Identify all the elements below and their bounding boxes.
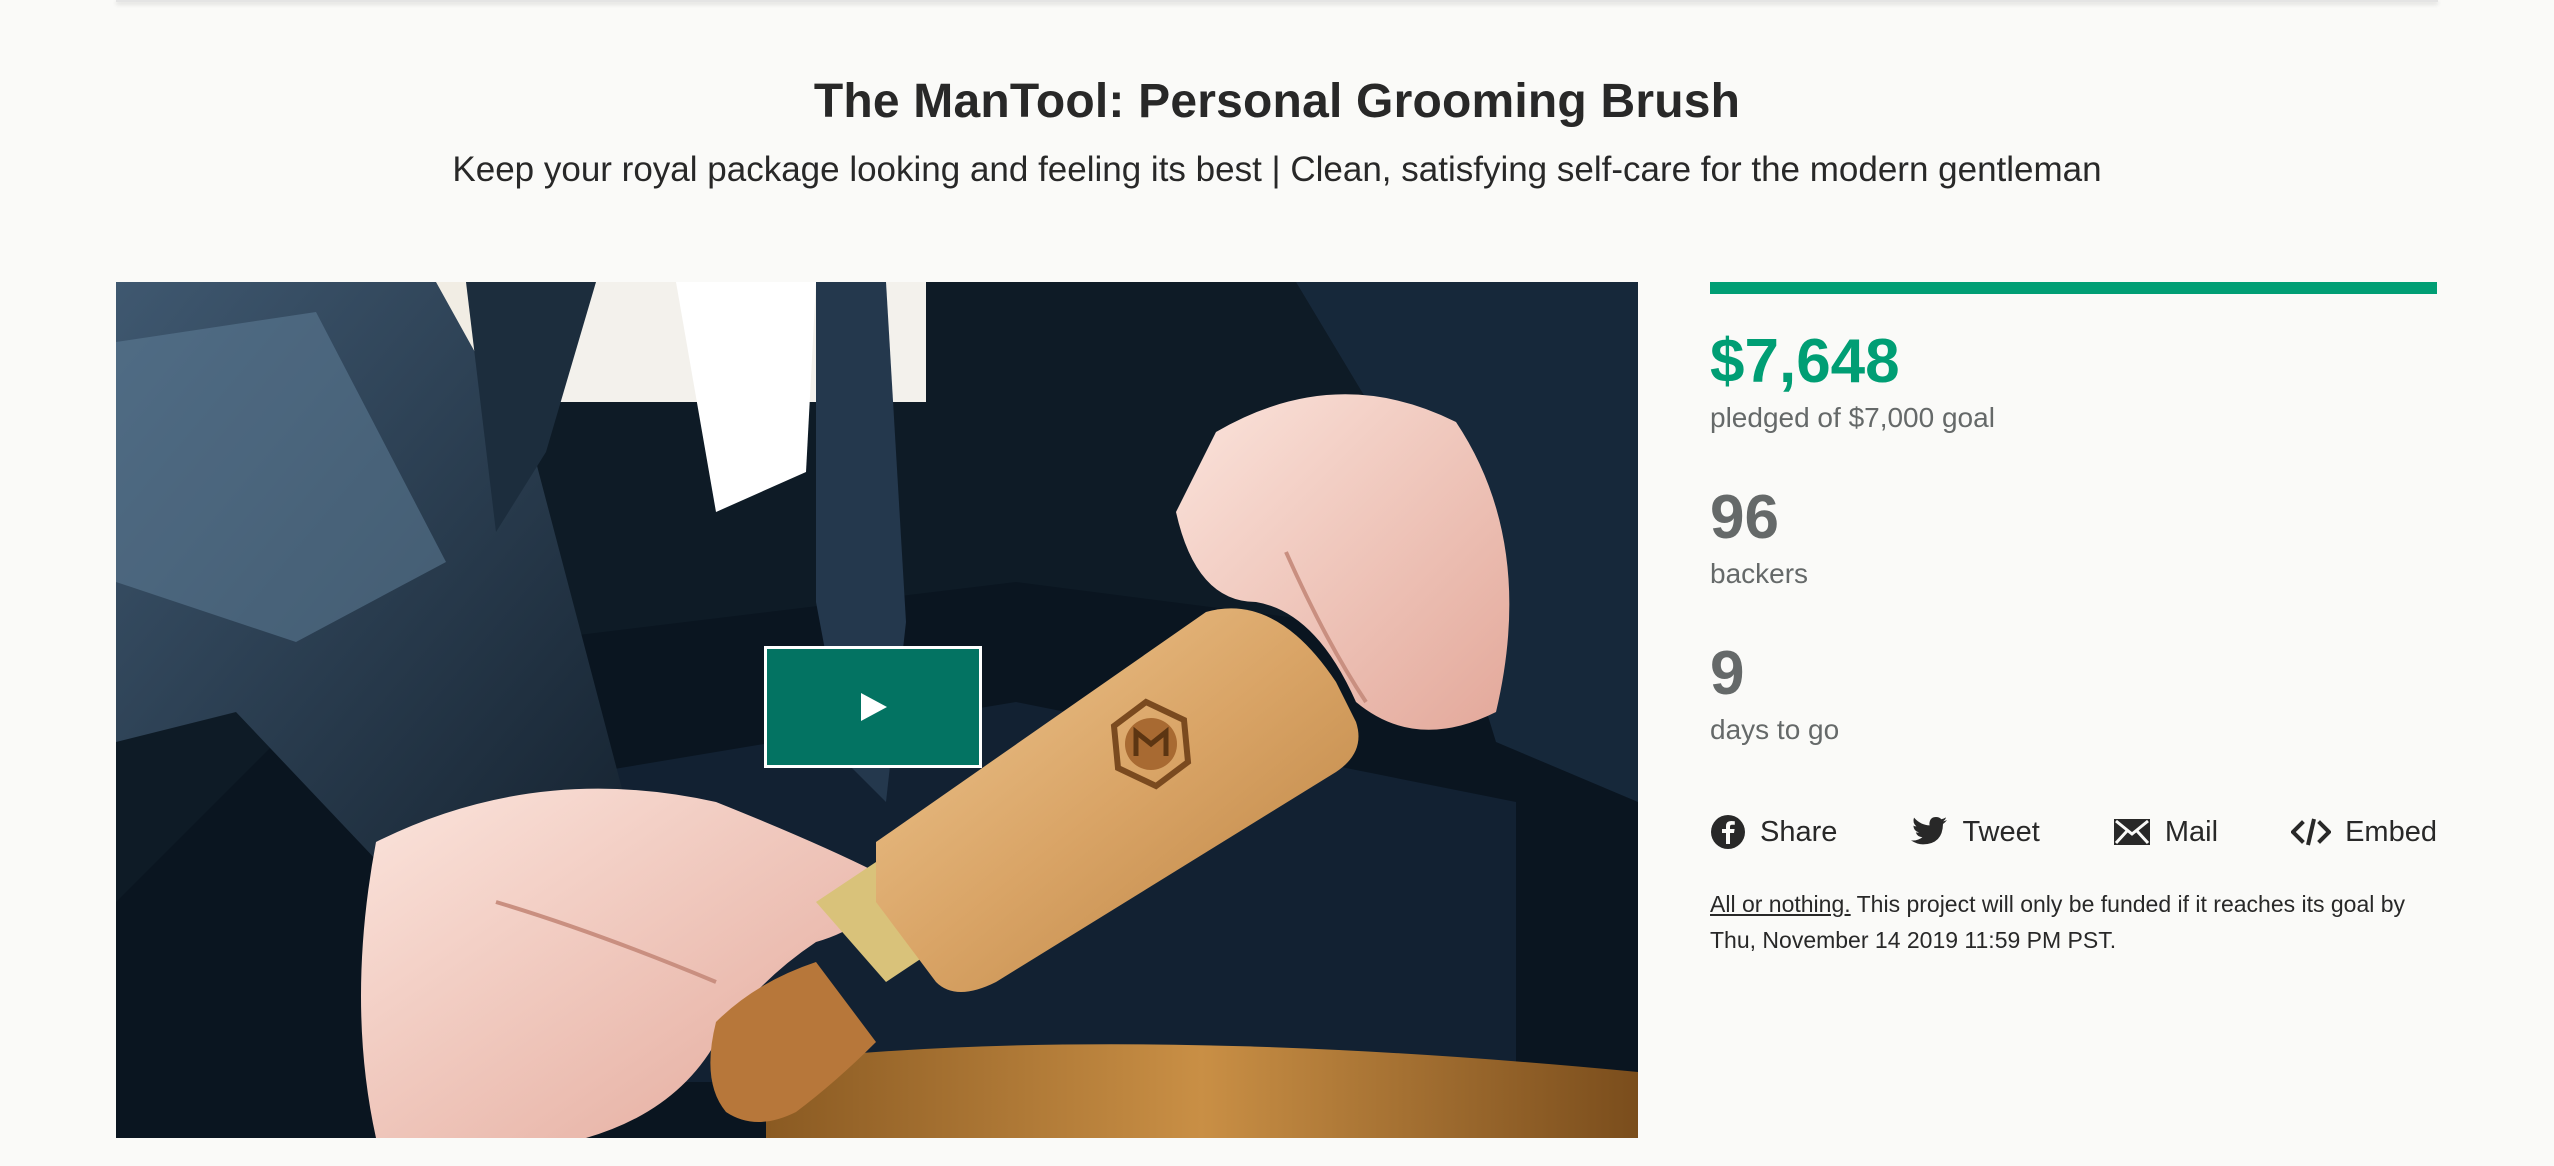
twitter-icon bbox=[1911, 817, 1948, 845]
share-button[interactable]: Share bbox=[1710, 814, 1837, 850]
share-bar: Share Tweet Mail Embed bbox=[1710, 812, 2437, 852]
funding-progress-fill bbox=[1710, 282, 2437, 294]
project-title: The ManTool: Personal Grooming Brush bbox=[813, 75, 1741, 128]
days-count: 9 bbox=[1710, 639, 1745, 708]
pledged-goal-label: pledged of $7,000 goal bbox=[1710, 402, 1995, 433]
header-bar-edge bbox=[116, 0, 2438, 2]
share-label: Share bbox=[1760, 815, 1838, 848]
embed-label: Embed bbox=[2345, 815, 2437, 848]
tweet-label: Tweet bbox=[1962, 815, 2040, 848]
backers-count: 96 bbox=[1710, 483, 1779, 552]
mail-icon bbox=[2113, 819, 2150, 845]
play-button[interactable] bbox=[764, 646, 982, 768]
backers-label: backers bbox=[1710, 558, 1809, 589]
embed-icon bbox=[2291, 818, 2332, 846]
project-subtitle: Keep your royal package looking and feel… bbox=[452, 150, 2102, 189]
funding-progress-bar bbox=[1710, 282, 2437, 294]
mail-label: Mail bbox=[2164, 815, 2219, 848]
project-video[interactable] bbox=[116, 282, 1638, 1138]
all-or-nothing-link[interactable]: All or nothing. bbox=[1710, 891, 1851, 917]
pledged-amount: $7,648 bbox=[1710, 327, 1900, 396]
days-label: days to go bbox=[1710, 714, 1840, 745]
tweet-button[interactable]: Tweet bbox=[1910, 815, 2040, 849]
facebook-icon bbox=[1711, 815, 1745, 849]
play-icon bbox=[861, 693, 887, 721]
funding-notice: All or nothing. This project will only b… bbox=[1710, 886, 2437, 958]
mail-button[interactable]: Mail bbox=[2113, 816, 2218, 849]
embed-button[interactable]: Embed bbox=[2291, 816, 2437, 849]
